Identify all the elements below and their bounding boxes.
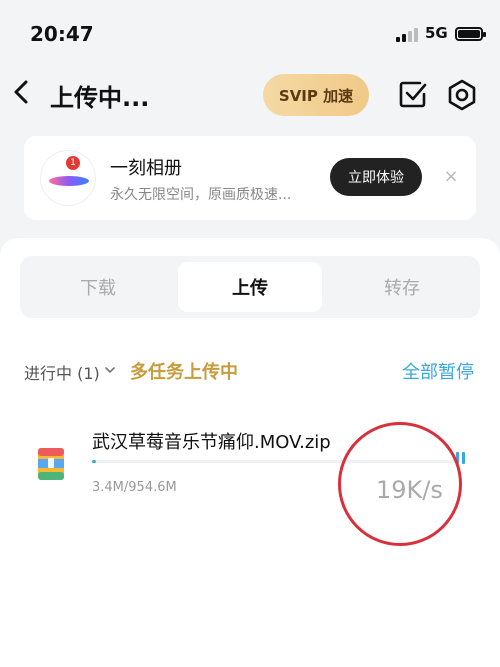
chevron-down-icon[interactable]	[104, 364, 116, 376]
upload-progress-fill	[92, 460, 96, 463]
status-time: 20:47	[30, 22, 94, 46]
status-filter[interactable]: 进行中 (1)	[24, 360, 100, 384]
tab-download[interactable]: 下载	[26, 262, 170, 312]
promo-card: 1 一刻相册 永久无限空间，原画质极速... 立即体验 ×	[24, 136, 476, 220]
promo-subtitle: 永久无限空间，原画质极速...	[110, 187, 292, 203]
upload-size-progress: 3.4M/954.6M	[92, 480, 177, 495]
filter-row: 进行中 (1) 多任务上传中 全部暂停	[24, 358, 476, 384]
multi-task-label: 多任务上传中	[130, 362, 238, 383]
network-type: 5G	[425, 24, 448, 42]
notification-badge: 1	[66, 156, 80, 170]
try-now-button[interactable]: 立即体验	[330, 158, 422, 196]
signal-icon	[396, 26, 420, 42]
svip-boost-button[interactable]: SVIP 加速	[263, 74, 369, 116]
battery-icon	[455, 27, 486, 41]
promo-title: 一刻相册	[110, 158, 182, 179]
file-name: 武汉草莓音乐节痛仰.MOV.zip	[92, 432, 331, 453]
gear-icon[interactable]	[446, 79, 478, 111]
tab-transfer-save[interactable]: 转存	[330, 262, 474, 312]
pause-all-button[interactable]: 全部暂停	[402, 358, 474, 384]
checkbox-select-icon[interactable]	[398, 79, 428, 109]
close-icon[interactable]: ×	[442, 168, 460, 186]
transfer-tabs: 下载 上传 转存	[20, 256, 480, 318]
status-bar: 20:47 5G	[0, 0, 500, 60]
back-arrow-icon[interactable]	[10, 76, 38, 108]
zip-file-icon	[38, 448, 64, 480]
page-title: 上传中...	[50, 84, 150, 112]
tab-upload[interactable]: 上传	[178, 262, 322, 312]
nav-bar: 上传中... SVIP 加速	[0, 66, 500, 122]
annotation-circle	[338, 422, 462, 546]
